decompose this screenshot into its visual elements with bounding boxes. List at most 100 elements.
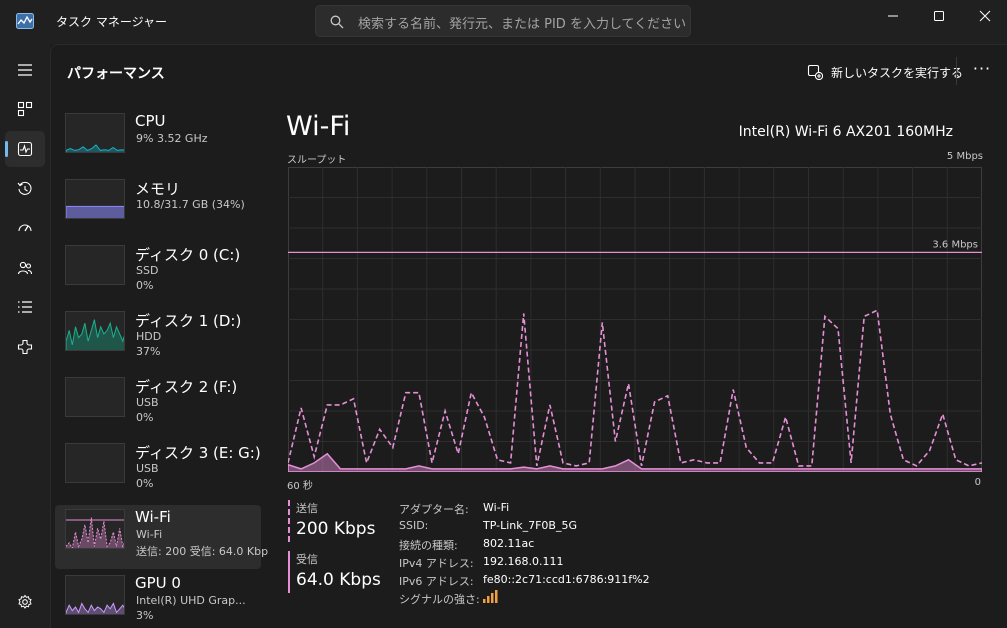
nav-users[interactable] (5, 250, 45, 286)
services-icon (17, 339, 33, 355)
main-panel: パフォーマンス 新しいタスクを実行する ··· CPU 9% 3.52 GHz メモ… (50, 44, 1007, 628)
maximize-button[interactable] (915, 0, 961, 32)
users-icon (17, 261, 33, 275)
details-icon (18, 301, 32, 313)
nav-processes[interactable] (5, 91, 45, 127)
thumbnail-area (66, 144, 124, 152)
nav-details[interactable] (5, 289, 45, 325)
processes-icon (17, 101, 33, 117)
nav-startup-apps[interactable] (5, 210, 45, 246)
resource-name: ディスク 2 (F:) (135, 378, 238, 396)
property-value: Wi-Fi (483, 501, 510, 514)
receive-legend-bar (288, 551, 290, 593)
task-manager-app-icon (16, 13, 34, 29)
x-axis-start-label: 60 秒 (287, 481, 313, 492)
resource-thumbnail (65, 377, 125, 417)
resource-detail: 9% 3.52 GHz (136, 132, 208, 145)
thumbnail-graph (66, 246, 125, 285)
signal-bar (487, 596, 490, 603)
resource-name: CPU (135, 112, 166, 130)
thumbnail-area (66, 602, 124, 614)
resource-usage: 0% (136, 411, 154, 424)
search-icon (330, 15, 344, 29)
property-value: 802.11ac (483, 537, 535, 550)
receive-value: 64.0 Kbps (296, 570, 381, 590)
y-max-label: 5 Mbps (946, 151, 983, 162)
resource-item[interactable]: ディスク 0 (C:) SSD 0% (55, 241, 261, 305)
performance-icon (17, 141, 33, 157)
resource-item[interactable]: ディスク 1 (D:) HDD 37% (55, 307, 261, 371)
property-value: TP-Link_7F0B_5G (483, 519, 577, 532)
signal-strength-icon (483, 590, 498, 603)
minimize-button[interactable] (869, 0, 915, 32)
property-value: fe80::2c71:ccd1:6786:911f%2 (483, 573, 650, 586)
resource-detail: 10.8/31.7 GB (34%) (136, 198, 245, 211)
property-key: IPv6 アドレス: (399, 575, 474, 588)
resource-usage: 送信: 200 受信: 64.0 Kbp (136, 545, 269, 558)
reference-line-label: 3.6 Mbps (932, 239, 978, 250)
minimize-icon (888, 15, 898, 17)
nav-performance[interactable] (5, 131, 45, 167)
x-axis-end-label: 0 (974, 477, 981, 488)
resource-usage: 0% (136, 477, 154, 490)
thumbnail-graph (66, 444, 125, 483)
resource-name: ディスク 3 (E: G:) (135, 444, 261, 462)
property-key: アダプター名: (399, 503, 469, 516)
active-indicator (5, 141, 8, 157)
resource-thumbnail (65, 311, 125, 351)
resource-item[interactable]: メモリ 10.8/31.7 GB (34%) (55, 175, 261, 239)
property-key: IPv4 アドレス: (399, 557, 474, 570)
signal-bar (483, 599, 486, 603)
property-key: 接続の種類: (399, 539, 458, 552)
receive-label: 受信 (296, 553, 318, 566)
resource-detail: HDD (136, 330, 162, 343)
resource-thumbnail (65, 443, 125, 483)
close-icon (979, 10, 991, 22)
startup-apps-icon (18, 224, 32, 232)
adapter-name: Intel(R) Wi-Fi 6 AX201 160MHz (738, 124, 953, 140)
nav-services[interactable] (5, 329, 45, 365)
run-new-task-label: 新しいタスクを実行する (831, 66, 964, 80)
resource-item[interactable]: CPU 9% 3.52 GHz (55, 109, 261, 173)
send-label: 送信 (296, 502, 318, 515)
resource-item[interactable]: Wi-Fi Wi-Fi 送信: 200 受信: 64.0 Kbp (55, 505, 268, 569)
resource-item[interactable]: GPU 0 Intel(R) UHD Grap... 3% (55, 571, 261, 628)
nav-app-history[interactable] (5, 171, 45, 207)
throughput-graph: 3.6 Mbps (288, 167, 982, 472)
thumbnail-graph (66, 319, 124, 350)
new-task-icon (807, 64, 823, 80)
thumbnail-graph (66, 602, 124, 614)
thumbnail-graph (66, 205, 124, 218)
resource-thumbnail (65, 575, 125, 615)
resource-usage: 3% (136, 609, 154, 622)
resource-thumbnail (65, 245, 125, 285)
resource-item[interactable]: ディスク 3 (E: G:) USB 0% (55, 439, 261, 503)
thumbnail-graph (66, 517, 124, 548)
resource-detail: Intel(R) UHD Grap... (136, 594, 246, 607)
resource-usage: 0% (136, 279, 154, 292)
thumbnail-fill (66, 205, 124, 218)
signal-bar (495, 590, 498, 603)
resource-detail: USB (136, 462, 159, 475)
close-button[interactable] (961, 0, 1007, 32)
nav-settings[interactable] (5, 584, 45, 620)
settings-icon (18, 594, 32, 609)
nav-menu-button[interactable] (5, 52, 45, 88)
resource-name: メモリ (135, 180, 181, 198)
navigation-rail (0, 44, 50, 628)
more-options-button[interactable]: ··· (968, 59, 996, 83)
throughput-label: スループット (287, 155, 347, 166)
toolbar-divider (956, 57, 957, 85)
property-key: SSID: (399, 519, 429, 532)
resource-detail: SSD (136, 264, 159, 277)
thumbnail-area (66, 517, 124, 548)
resource-thumbnail (65, 509, 125, 549)
resource-item[interactable]: ディスク 2 (F:) USB 0% (55, 373, 261, 437)
search-box[interactable]: 検索する名前、発行元、または PID を入力してください (315, 5, 691, 37)
resource-thumbnail (65, 113, 125, 153)
thumbnail-graph (66, 144, 124, 152)
thumbnail-graph (66, 378, 125, 417)
resource-thumbnail (65, 179, 125, 219)
maximize-icon (934, 11, 944, 21)
resource-detail: Wi-Fi (136, 528, 163, 541)
